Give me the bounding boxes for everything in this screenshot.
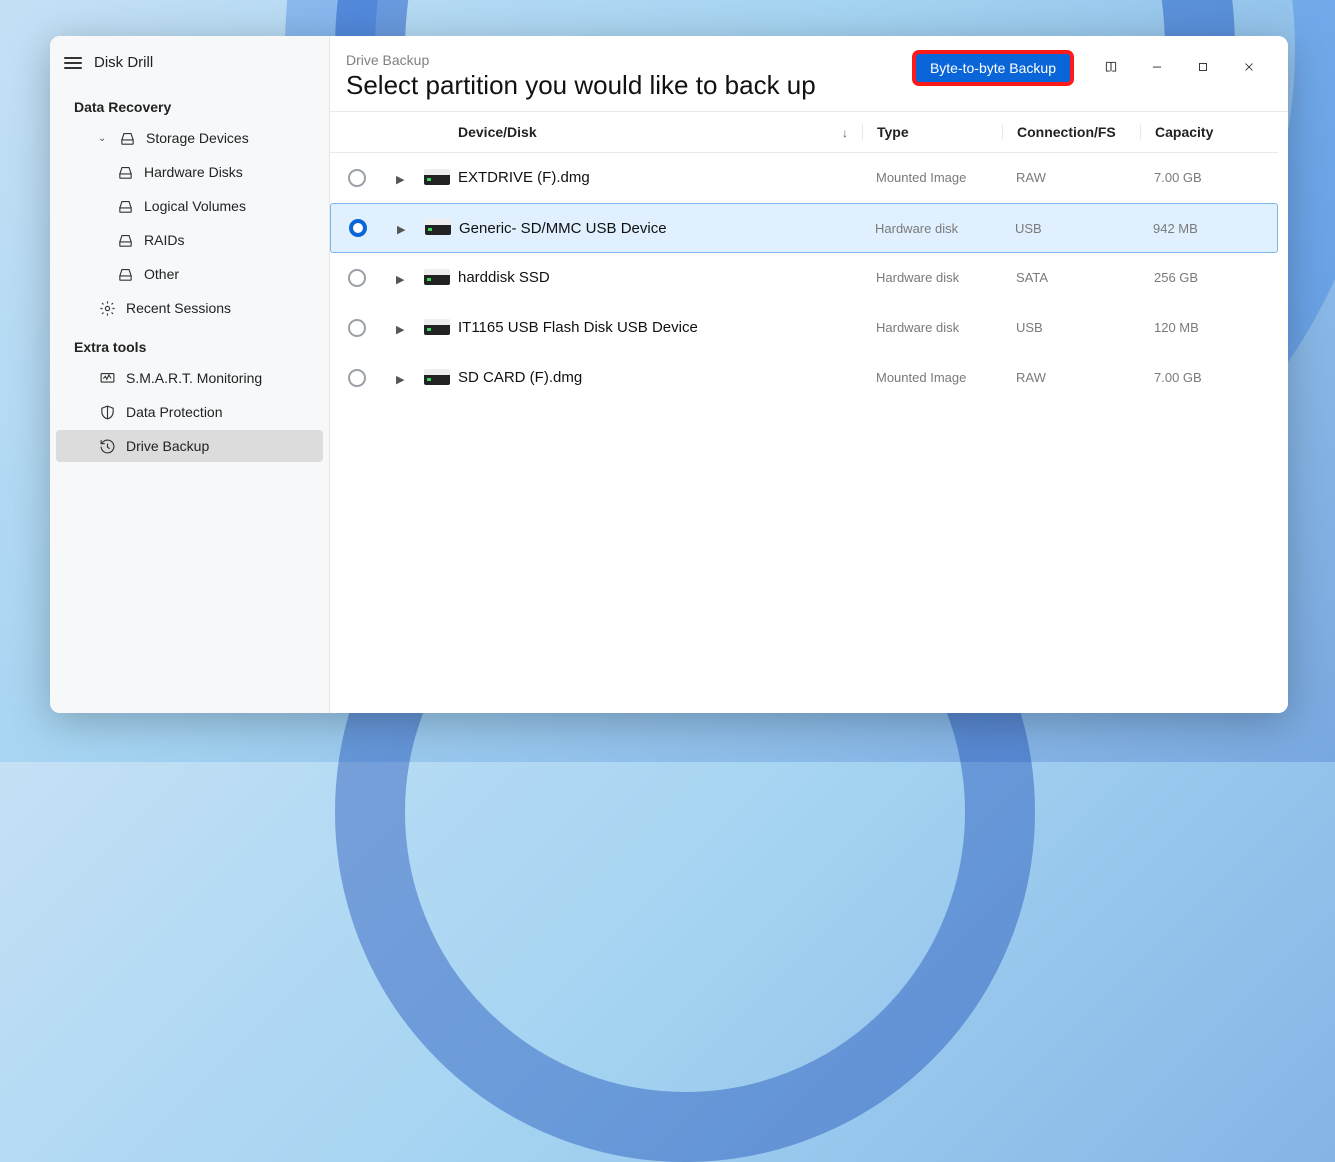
menu-icon[interactable] xyxy=(64,57,82,69)
device-name: IT1165 USB Flash Disk USB Device xyxy=(458,319,698,336)
device-connection: USB xyxy=(1001,221,1139,236)
drive-icon xyxy=(424,319,450,337)
sidebar-item-storage-devices[interactable]: ⌄ Storage Devices xyxy=(56,122,323,154)
device-type: Hardware disk xyxy=(861,221,1001,236)
sidebar-item-label: RAIDs xyxy=(144,232,184,248)
table-row[interactable]: ▶ IT1165 USB Flash Disk USB Device Hardw… xyxy=(330,303,1278,353)
chevron-down-icon: ⌄ xyxy=(98,133,108,144)
drive-icon xyxy=(424,169,450,187)
monitor-icon xyxy=(98,369,116,387)
column-header-label: Device/Disk xyxy=(458,124,537,140)
chevron-right-icon[interactable]: ▶ xyxy=(396,324,404,336)
table-row[interactable]: ▶ Generic- SD/MMC USB Device Hardware di… xyxy=(330,203,1278,253)
page-title: Select partition you would like to back … xyxy=(346,70,916,101)
shield-icon xyxy=(98,403,116,421)
disk-icon xyxy=(118,129,136,147)
sort-arrow-icon: ↓ xyxy=(842,126,848,140)
main-panel: Drive Backup Select partition you would … xyxy=(330,36,1288,713)
drive-icon xyxy=(424,369,450,387)
breadcrumb: Drive Backup xyxy=(346,52,916,68)
device-connection: RAW xyxy=(1002,370,1140,385)
sidebar-section-data-recovery: Data Recovery xyxy=(50,85,329,121)
row-radio[interactable] xyxy=(348,169,366,187)
device-table: Device/Disk ↓ Type Connection/FS Capacit… xyxy=(330,112,1288,713)
device-connection: SATA xyxy=(1002,270,1140,285)
sidebar-section-extra-tools: Extra tools xyxy=(50,325,329,361)
chevron-right-icon[interactable]: ▶ xyxy=(396,274,404,286)
sidebar-item-label: Logical Volumes xyxy=(144,198,246,214)
device-name: harddisk SSD xyxy=(458,269,550,286)
sidebar-item-label: Recent Sessions xyxy=(126,300,231,316)
history-icon xyxy=(98,437,116,455)
sidebar-item-drive-backup[interactable]: Drive Backup xyxy=(56,430,323,462)
row-radio[interactable] xyxy=(349,219,367,237)
drive-icon xyxy=(424,269,450,287)
device-name: EXTDRIVE (F).dmg xyxy=(458,169,590,186)
device-capacity: 120 MB xyxy=(1140,320,1260,335)
sidebar-item-logical-volumes[interactable]: Logical Volumes xyxy=(56,190,323,222)
column-header-capacity[interactable]: Capacity xyxy=(1140,124,1260,140)
device-connection: RAW xyxy=(1002,170,1140,185)
chevron-right-icon[interactable]: ▶ xyxy=(396,174,404,186)
column-header-connection[interactable]: Connection/FS xyxy=(1002,124,1140,140)
titlebar-controls xyxy=(1088,52,1272,82)
row-radio[interactable] xyxy=(348,369,366,387)
sidebar: Disk Drill Data Recovery ⌄ Storage Devic… xyxy=(50,36,330,713)
table-row[interactable]: ▶ SD CARD (F).dmg Mounted Image RAW 7.00… xyxy=(330,353,1278,403)
device-type: Hardware disk xyxy=(862,320,1002,335)
sidebar-item-label: S.M.A.R.T. Monitoring xyxy=(126,370,262,386)
disk-icon xyxy=(116,197,134,215)
sidebar-item-label: Drive Backup xyxy=(126,438,209,454)
column-header-type[interactable]: Type xyxy=(862,124,1002,140)
maximize-button[interactable] xyxy=(1180,52,1226,82)
sidebar-item-label: Other xyxy=(144,266,179,282)
sidebar-item-recent-sessions[interactable]: Recent Sessions xyxy=(56,292,323,324)
device-type: Mounted Image xyxy=(862,170,1002,185)
main-header: Drive Backup Select partition you would … xyxy=(330,36,1288,112)
disk-icon xyxy=(116,265,134,283)
chevron-right-icon[interactable]: ▶ xyxy=(397,224,405,236)
sidebar-item-data-protection[interactable]: Data Protection xyxy=(56,396,323,428)
table-row[interactable]: ▶ harddisk SSD Hardware disk SATA 256 GB xyxy=(330,253,1278,303)
chevron-right-icon[interactable]: ▶ xyxy=(396,374,404,386)
device-name: SD CARD (F).dmg xyxy=(458,369,582,386)
sidebar-item-raids[interactable]: RAIDs xyxy=(56,224,323,256)
app-title: Disk Drill xyxy=(94,54,153,71)
column-header-device[interactable]: Device/Disk ↓ xyxy=(458,124,862,140)
device-type: Mounted Image xyxy=(862,370,1002,385)
sidebar-item-smart[interactable]: S.M.A.R.T. Monitoring xyxy=(56,362,323,394)
disk-icon xyxy=(116,231,134,249)
sidebar-item-label: Storage Devices xyxy=(146,130,249,146)
device-name: Generic- SD/MMC USB Device xyxy=(459,220,667,237)
close-button[interactable] xyxy=(1226,52,1272,82)
table-header-row: Device/Disk ↓ Type Connection/FS Capacit… xyxy=(330,112,1278,153)
minimize-button[interactable] xyxy=(1134,52,1180,82)
device-capacity: 7.00 GB xyxy=(1140,370,1260,385)
device-capacity: 942 MB xyxy=(1139,221,1259,236)
byte-to-byte-backup-button[interactable]: Byte-to-byte Backup xyxy=(916,54,1070,82)
sidebar-item-other[interactable]: Other xyxy=(56,258,323,290)
device-type: Hardware disk xyxy=(862,270,1002,285)
table-row[interactable]: ▶ EXTDRIVE (F).dmg Mounted Image RAW 7.0… xyxy=(330,153,1278,203)
sidebar-item-label: Hardware Disks xyxy=(144,164,243,180)
docs-icon[interactable] xyxy=(1088,52,1134,82)
sidebar-header: Disk Drill xyxy=(50,44,329,85)
gear-icon xyxy=(98,299,116,317)
sidebar-item-label: Data Protection xyxy=(126,404,223,420)
row-radio[interactable] xyxy=(348,269,366,287)
device-capacity: 256 GB xyxy=(1140,270,1260,285)
device-connection: USB xyxy=(1002,320,1140,335)
row-radio[interactable] xyxy=(348,319,366,337)
device-capacity: 7.00 GB xyxy=(1140,170,1260,185)
app-window: Disk Drill Data Recovery ⌄ Storage Devic… xyxy=(50,36,1288,713)
drive-icon xyxy=(425,219,451,237)
disk-icon xyxy=(116,163,134,181)
sidebar-item-hardware-disks[interactable]: Hardware Disks xyxy=(56,156,323,188)
